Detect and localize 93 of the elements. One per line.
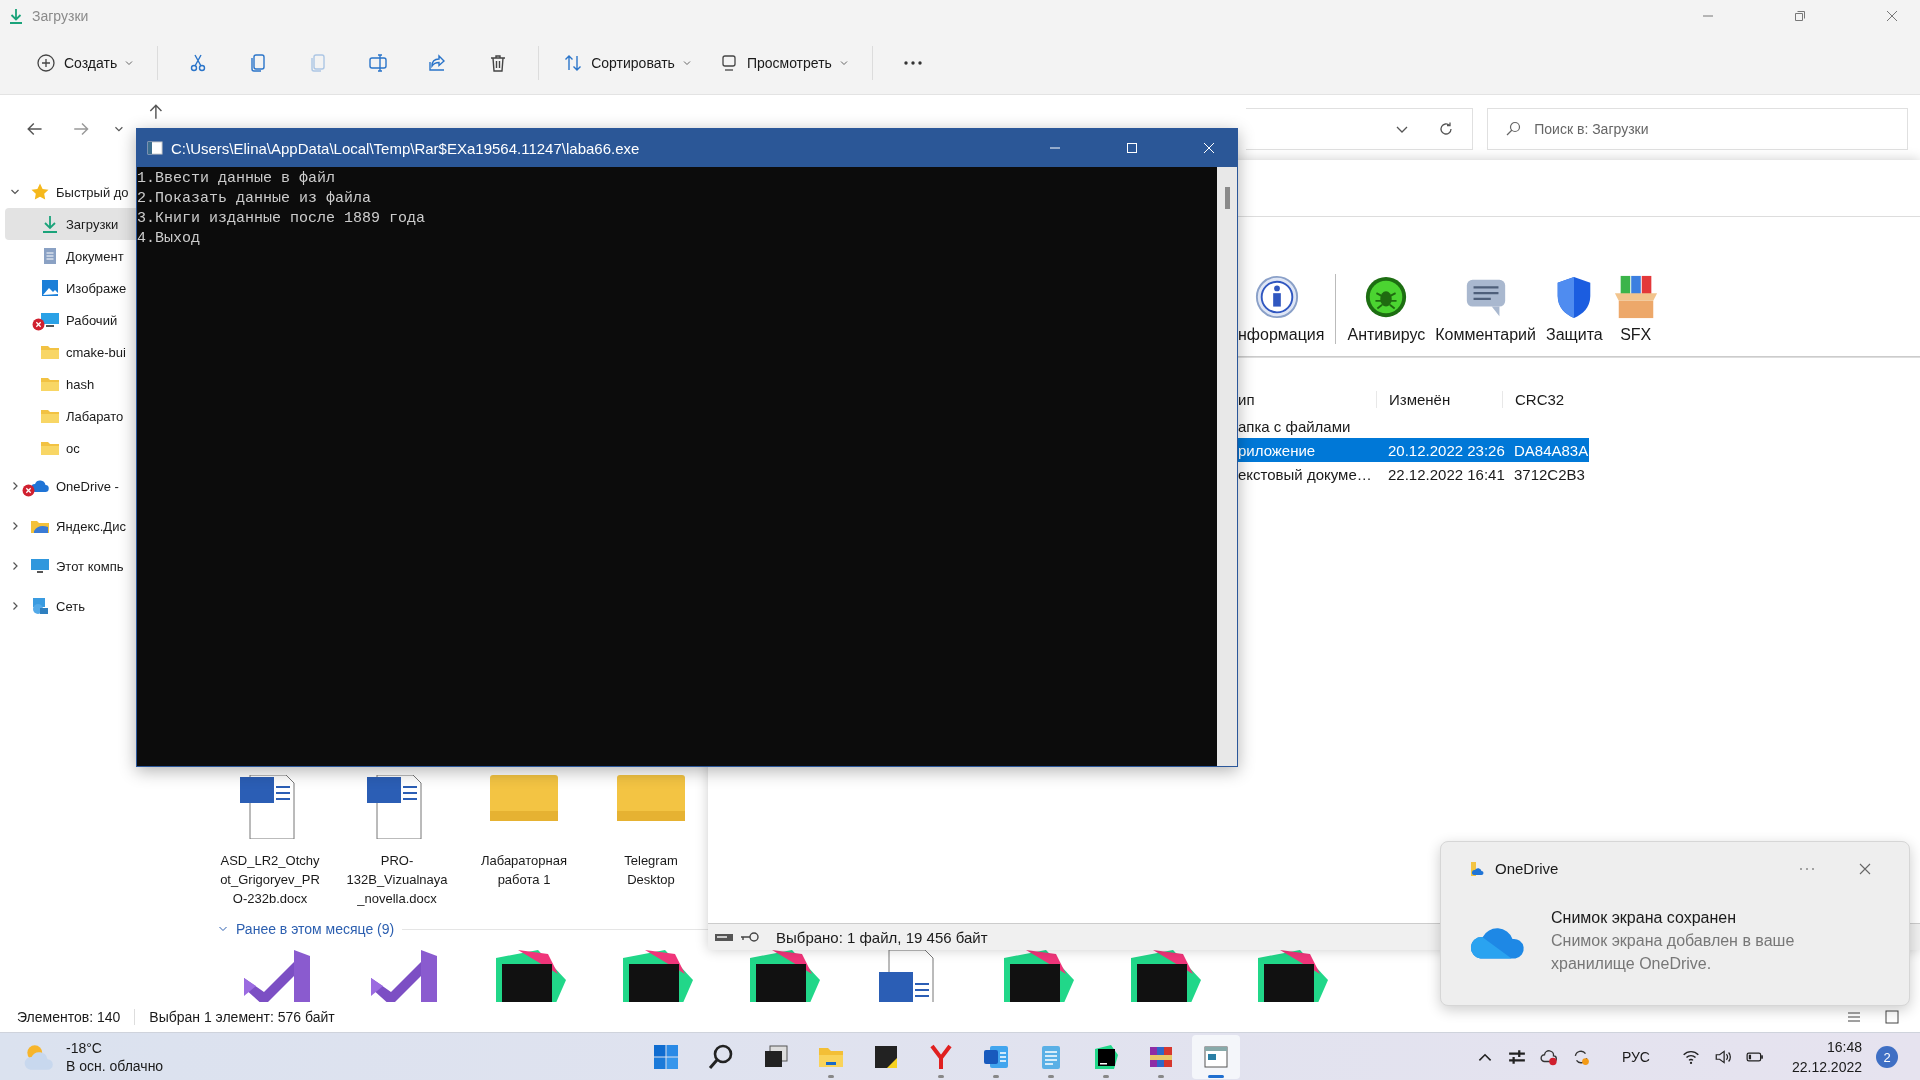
details-view-icon[interactable] [1846,1009,1862,1025]
clock-date[interactable]: 22.12.2022 [1791,1057,1862,1077]
wifi-icon[interactable] [1681,1048,1700,1066]
network-icon [30,596,50,616]
close-icon[interactable] [1886,10,1898,22]
item-count: Элементов: 140 [17,1009,121,1025]
file-item[interactable]: PRO-132B_Vizualnaya_novella.docx [341,775,453,908]
search-field[interactable]: Поиск в: Загрузки [1487,108,1908,150]
download-icon [8,8,24,24]
file-row[interactable]: риложение 20.12.2022 23:26 DA84A83A [1238,438,1589,462]
sort-button[interactable]: Сортировать [549,43,705,83]
drive-icon [714,931,734,943]
folder-cloud-icon [1469,860,1485,877]
sidebar-item[interactable]: Загрузки [5,208,136,240]
console-line: 2.Показать данные из файла [137,189,373,209]
view-button[interactable]: Просмотреть [704,43,862,83]
key-icon [740,931,760,943]
window-title: C:\Users\Elina\AppData\Local\Temp\Rar$EXa19564.11247\laba66.exe [171,139,640,157]
file-row[interactable]: апка с файлами [1238,414,1589,438]
monitor-icon [30,556,50,576]
plus-circle-icon [36,53,56,73]
star-icon [30,182,50,202]
clock-time[interactable]: 16:48 [1826,1037,1862,1057]
sidebar-item[interactable]: Быстрый до [0,176,136,208]
sidebar-item[interactable]: OneDrive - [0,468,136,504]
info-tool-button[interactable]: нформация [1238,274,1330,344]
selection-info: Выбран 1 элемент: 576 байт [149,1009,335,1025]
console-line: 1.Ввести данные в файл [137,169,337,189]
sfx-tool-button[interactable]: SFX [1607,274,1664,344]
sidebar-item[interactable]: Изображе [5,272,136,304]
temperature: -18°C [66,1039,103,1057]
notification-badge[interactable]: 2 [1876,1046,1898,1068]
sidebar-item[interactable]: hash [5,368,136,400]
restore-icon[interactable] [1794,10,1806,22]
back-icon[interactable] [26,120,44,138]
forward-icon[interactable] [71,120,90,138]
new-button[interactable]: Создать [22,43,148,83]
sliders-icon[interactable] [1507,1048,1526,1066]
search-icon [1505,121,1522,137]
maximize-icon[interactable] [1126,142,1138,154]
file-item[interactable]: Лабараторная работа 1 [468,775,580,908]
image-icon [40,278,60,298]
sidebar-item[interactable]: cmake-bui [5,336,136,368]
sidebar-item[interactable]: Этот компь [0,548,136,584]
refresh-icon[interactable] [1438,121,1455,137]
weather-description: В осн. облачно [66,1057,164,1075]
sidebar-item[interactable]: Сеть [0,588,136,624]
sidebar-item[interactable]: Рабочий [5,304,136,336]
file-name: ASD_LR2_Otchyot_Grigoryev_PRO-232b.docx [219,852,321,908]
download-icon [40,214,60,234]
status-text: Выбрано: 1 файл, 19 456 байт [776,928,988,946]
sidebar-item[interactable]: Лабарато [5,400,136,432]
protect-tool-button[interactable]: Защита [1541,274,1608,344]
tiles-view-icon[interactable] [1884,1009,1900,1025]
notification-title: Снимок экрана сохранен [1551,908,1738,928]
language-indicator[interactable]: РУС [1621,1049,1650,1065]
console-line: 4.Выход [137,229,201,249]
file-item[interactable]: ASD_LR2_Otchyot_Grigoryev_PRO-232b.docx [214,775,326,908]
sidebar-item[interactable]: Яндекс.Дис [0,508,136,544]
antivirus-tool-button[interactable]: Антивирус [1342,274,1431,344]
notification-message: Снимок экрана добавлен в ваше хранилище OneDrive. [1551,931,1796,974]
chevron-right-icon[interactable] [10,521,20,531]
window-title: Загрузки [32,8,89,24]
column-header[interactable]: ип [1238,390,1376,408]
file-name: PRO-132B_Vizualnaya_novella.docx [345,852,449,908]
monitor-icon [40,310,60,330]
cloud-error-icon[interactable] [1539,1048,1558,1066]
column-header[interactable]: Изменён [1376,390,1502,408]
chevron-right-icon[interactable] [10,561,20,571]
sidebar-item[interactable]: Документ [5,240,136,272]
close-icon[interactable] [1859,862,1871,875]
console-line: 3.Книги изданные после 1889 года [137,209,427,229]
console-taskbar-icon[interactable] [1192,1035,1240,1079]
group-header[interactable]: Ранее в этом месяце (9) [236,921,395,937]
chevron-right-icon[interactable] [10,601,20,611]
column-header[interactable]: CRC32 [1502,390,1589,408]
volume-icon[interactable] [1713,1048,1732,1066]
console-icon [147,140,163,156]
app-name: OneDrive [1495,860,1559,877]
file-item[interactable]: Telegram Desktop [595,775,707,908]
rename-icon [368,53,389,73]
file-row[interactable]: екстовый докуме… 22.12.2022 16:41 3712C2B3 [1238,462,1589,486]
scrollbar-thumb[interactable] [1224,187,1230,209]
chevron-down-icon[interactable] [10,187,20,197]
box-icon [1612,274,1659,320]
sort-icon [563,53,584,73]
file-name: Telegram Desktop [623,852,679,889]
chevron-right-icon[interactable] [10,481,20,491]
comment-tool-button[interactable]: Комментарий [1430,274,1541,344]
info-icon [1254,274,1301,320]
file-name: Лабараторная работа 1 [480,852,568,889]
more-icon [902,61,923,65]
sidebar-item[interactable]: ос [5,432,136,464]
